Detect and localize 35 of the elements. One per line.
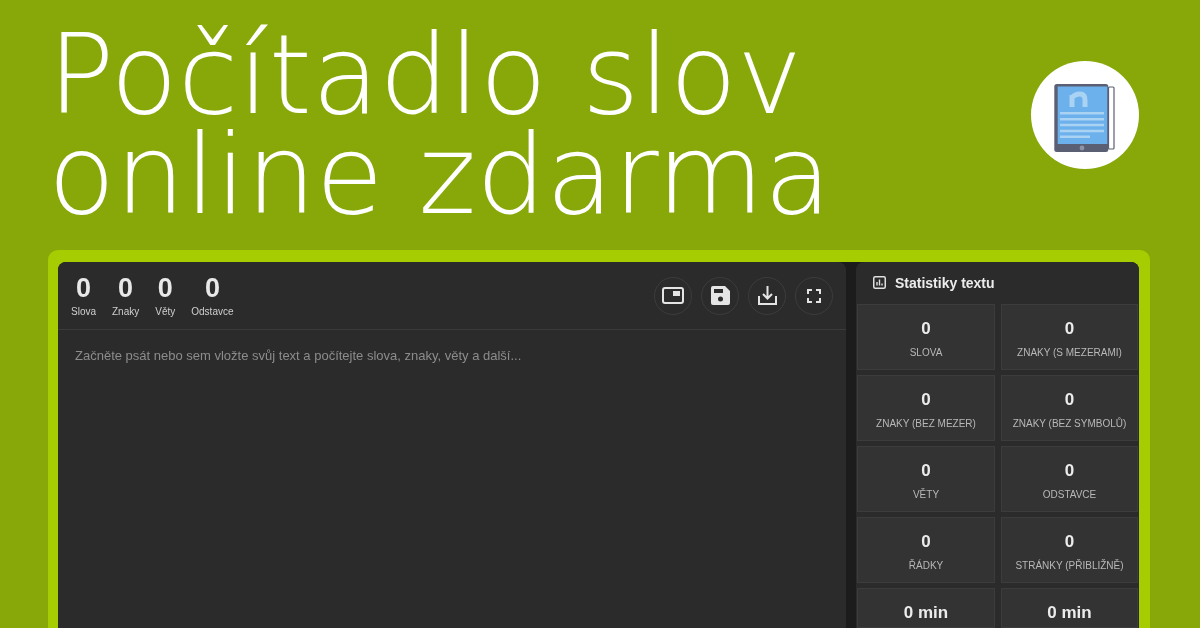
stat-value: 0 [1064, 389, 1075, 411]
counter-value: 0 [204, 272, 220, 303]
stat-value: 0 [1064, 318, 1075, 340]
download-icon [757, 286, 777, 305]
picture-in-picture-icon [662, 287, 684, 304]
stat-label: ZNAKY (BEZ SYMBOLŮ) [1012, 417, 1127, 431]
counter-label: Odstavce [191, 304, 234, 319]
page-title: Počítadlo slov online zdarma [48, 25, 832, 225]
counter-value: 0 [157, 272, 173, 303]
bar-chart-icon [873, 276, 886, 289]
counter-label: Znaky [112, 304, 140, 319]
fullscreen-icon [807, 288, 821, 303]
stat-value: 0 [1064, 460, 1075, 482]
stat-label: SLOVA [909, 346, 943, 360]
stat-value: 0 [921, 460, 931, 482]
stat-label: ZNAKY (BEZ MEZER) [876, 417, 976, 431]
stat-value: 0 [921, 318, 931, 340]
counter-value: 0 [76, 272, 91, 303]
stat-value: 0 [921, 389, 931, 411]
stat-label: ZNAKY (S MEZERAMI) [1017, 346, 1122, 360]
stats-title: Statistiky textu [895, 274, 995, 291]
stat-label: VĚTY [912, 488, 940, 502]
text-input-field[interactable]: Začněte psát nebo sem vložte svůj text a počítejte slova, znaky, věty a další... [58, 330, 846, 628]
stat-label: STRÁNKY (PŘIBLIŽNĚ) [1015, 559, 1124, 573]
stat-value: 0 [1064, 531, 1075, 553]
counter-value: 0 [118, 272, 134, 303]
counter-label: Věty [155, 304, 176, 319]
stat-label: ŘÁDKY [908, 559, 944, 573]
tablet-icon [1031, 61, 1139, 169]
stat-label: ODSTAVCE [1042, 488, 1097, 502]
stat-value: 0 [921, 531, 931, 553]
counter-label: Slova [71, 304, 96, 319]
stat-value: 0 min [903, 602, 949, 624]
save-icon [710, 286, 730, 305]
stat-value: 0 min [1047, 602, 1092, 624]
